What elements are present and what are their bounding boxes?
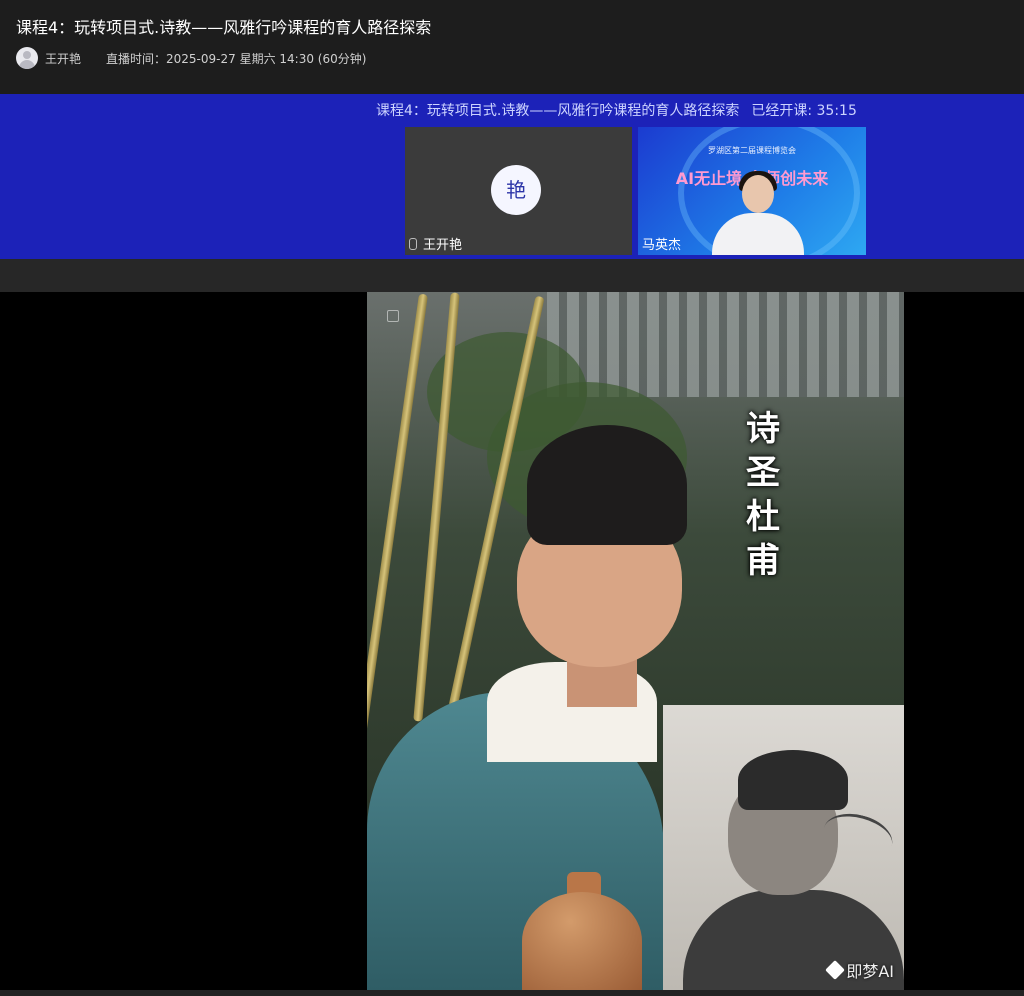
ai-watermark: 即梦AI [825, 958, 894, 982]
participant-tile-ma[interactable]: 罗湖区第二届课程博览会 AI无止境·名师创未来 马英杰 [638, 127, 866, 255]
watermark-text: 即梦AI [846, 962, 894, 981]
corner-icon [387, 310, 399, 322]
spark-icon [825, 960, 846, 980]
old-poet-hat [738, 750, 848, 810]
host-name: 王开艳 [45, 51, 82, 66]
participant-label: 王开艳 [409, 234, 462, 253]
divider-bar [0, 259, 1024, 292]
mic-icon [409, 237, 417, 250]
bottom-bar [0, 990, 1024, 996]
participant-avatar: 艳 [491, 165, 541, 215]
banner-title: 课程4：玩转项目式.诗教——风雅行吟课程的育人路径探索 已经开课: 35:15 [376, 100, 857, 120]
roof-tiles [547, 292, 904, 397]
participant-tile-wang[interactable]: 艳 王开艳 [405, 127, 632, 255]
event-name: 罗湖区第二届课程博览会 [708, 146, 796, 155]
bamboo-stalk [413, 292, 460, 722]
banner-course-title: 课程4：玩转项目式.诗教——风雅行吟课程的育人路径探索 [376, 103, 740, 119]
host-avatar [16, 47, 38, 69]
course-header: 课程4：玩转项目式.诗教——风雅行吟课程的育人路径探索 王开艳 直播时间：202… [0, 0, 1024, 94]
poet-hat [527, 425, 687, 545]
video-caption: 诗圣杜甫 [746, 409, 780, 581]
speaker-face [742, 175, 774, 213]
participant-name: 马英杰 [642, 238, 682, 253]
live-schedule: 直播时间：2025-09-27 星期六 14:30 (60分钟) [106, 51, 367, 66]
elapsed-time: 已经开课: 35:15 [751, 103, 857, 119]
course-meta: 王开艳 直播时间：2025-09-27 星期六 14:30 (60分钟) [16, 47, 366, 69]
portrait-inset: 即梦AI [663, 705, 904, 990]
course-title: 课程4：玩转项目式.诗教——风雅行吟课程的育人路径探索 [16, 18, 432, 37]
main-stage[interactable]: 诗圣杜甫 即梦AI [0, 292, 1024, 990]
participant-label: 马英杰 [642, 234, 681, 253]
live-banner: 课程4：玩转项目式.诗教——风雅行吟课程的育人路径探索 已经开课: 35:15 艳… [0, 94, 1024, 259]
participant-name: 王开艳 [423, 238, 463, 253]
wine-jar [522, 892, 642, 990]
shared-video[interactable]: 诗圣杜甫 即梦AI [367, 292, 904, 990]
